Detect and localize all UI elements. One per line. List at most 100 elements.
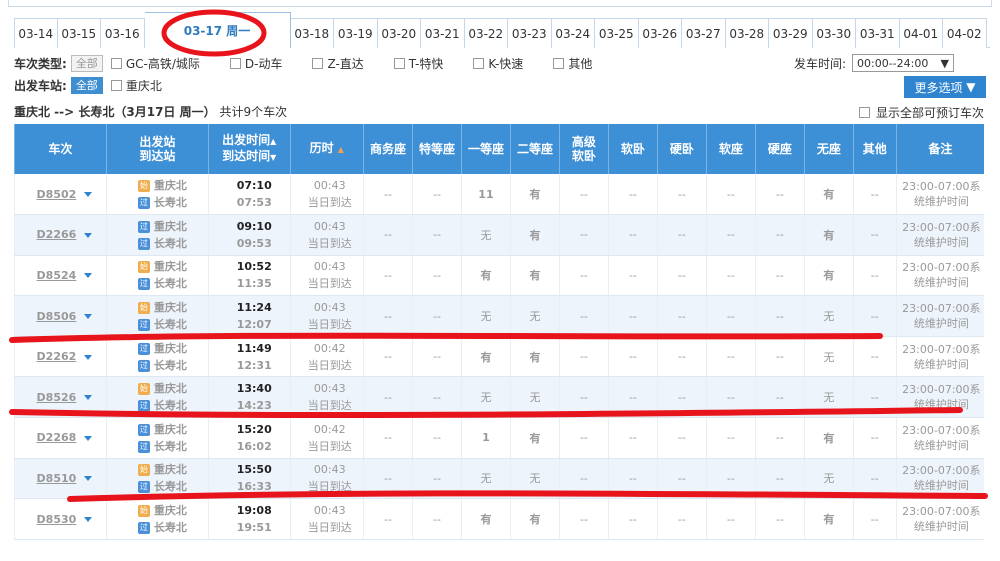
train-type-option[interactable]: T-特快 — [393, 55, 443, 72]
station-row: 出发车站: 全部 重庆北 — [14, 76, 192, 94]
station-type-badge: 过 — [137, 220, 150, 233]
expand-arrow-icon[interactable] — [84, 273, 93, 279]
date-tab[interactable]: 03-23 — [508, 18, 552, 48]
seat-other: -- — [852, 417, 897, 459]
expand-arrow-icon[interactable] — [84, 192, 93, 198]
checkbox[interactable] — [473, 57, 485, 69]
train-number-link[interactable]: D2268 — [37, 431, 77, 444]
date-tab[interactable]: 03-17 周一 — [144, 12, 291, 48]
train-number-link[interactable]: D2266 — [37, 228, 77, 241]
date-tab[interactable]: 03-21 — [421, 18, 465, 48]
train-number-cell[interactable]: D8526 — [14, 376, 107, 419]
train-number-link[interactable]: D2262 — [37, 350, 77, 363]
show-all-bookable[interactable]: 显示全部可预订车次 — [858, 104, 984, 121]
station-all-button[interactable]: 全部 — [70, 76, 103, 94]
date-tab[interactable]: 03-19 — [334, 18, 378, 48]
seat-soft-sleeper: -- — [607, 214, 658, 256]
seat-hard-sleeper: -- — [656, 336, 707, 378]
date-tab[interactable]: 03-15 — [57, 18, 101, 48]
expand-arrow-icon[interactable] — [84, 354, 93, 360]
train-number-cell[interactable]: D8524 — [14, 255, 107, 297]
checkbox[interactable] — [393, 57, 405, 69]
sort-down-icon[interactable]: ▼ — [270, 151, 276, 165]
remark-line: 统维护时间 — [913, 398, 969, 412]
train-number-link[interactable]: D8526 — [37, 391, 77, 404]
train-type-option[interactable]: D-动车 — [229, 55, 282, 72]
date-tab[interactable]: 03-25 — [595, 18, 639, 48]
sort-asc-icon: ▲ — [337, 145, 344, 154]
date-tab[interactable]: 03-27 — [682, 18, 726, 48]
checkbox[interactable] — [110, 79, 122, 91]
col-time[interactable]: 出发时间▲ 到达时间▼ — [207, 124, 291, 174]
train-number-cell[interactable]: D8506 — [14, 295, 107, 337]
seat-soft-sleeper: -- — [607, 498, 658, 540]
checkbox[interactable] — [553, 57, 565, 69]
date-tab[interactable]: 03-30 — [812, 18, 856, 48]
date-tab[interactable]: 03-26 — [638, 18, 682, 48]
station-option-chongqingbei[interactable]: 重庆北 — [110, 77, 162, 94]
arrival-day: 当日到达 — [307, 277, 352, 291]
sort-up-icon[interactable]: ▲ — [270, 135, 276, 149]
date-tab[interactable]: 04-02 — [943, 18, 987, 48]
train-type-all-button[interactable]: 全部 — [70, 54, 103, 72]
train-type-option[interactable]: 其他 — [553, 55, 592, 72]
seat-hard-seat: -- — [754, 255, 805, 297]
remark-line: 23:00-07:00系 — [902, 180, 981, 194]
arrival-day: 当日到达 — [307, 399, 352, 413]
col-duration[interactable]: 历时 ▲ — [289, 124, 364, 174]
date-tab[interactable]: 03-20 — [377, 18, 421, 48]
more-options-button[interactable]: 更多选项 ▼ — [904, 76, 986, 98]
seat-soft-sleeper: -- — [607, 458, 658, 500]
time-cell: 11:49 12:31 — [207, 336, 291, 378]
train-number-cell[interactable]: D2262 — [14, 336, 107, 378]
date-tab[interactable]: 03-18 — [290, 18, 334, 48]
date-tab[interactable]: 04-01 — [899, 18, 943, 48]
train-type-option[interactable]: K-快速 — [473, 55, 523, 72]
seat-second: 有 — [509, 417, 560, 459]
seat-other: -- — [852, 214, 897, 256]
train-type-option[interactable]: GC-高铁/城际 — [110, 55, 200, 72]
train-number-link[interactable]: D8510 — [37, 472, 77, 485]
date-tab[interactable]: 03-22 — [464, 18, 508, 48]
remark-cell: 23:00-07:00系 统维护时间 — [895, 458, 984, 500]
departure-time-select[interactable]: 00:00--24:00 ▼ — [852, 54, 954, 72]
expand-arrow-icon[interactable] — [84, 314, 93, 320]
train-number-link[interactable]: D8502 — [37, 188, 77, 201]
train-type-option[interactable]: Z-直达 — [312, 55, 364, 72]
train-number-cell[interactable]: D2268 — [14, 417, 107, 459]
checkbox[interactable] — [110, 57, 122, 69]
station-type-badge: 过 — [137, 400, 150, 413]
train-number-cell[interactable]: D8510 — [14, 458, 107, 500]
date-tab[interactable]: 03-31 — [856, 18, 900, 48]
date-tab[interactable]: 03-14 — [14, 18, 58, 48]
from-station: 重庆北 — [153, 422, 187, 436]
train-number-cell[interactable]: D8530 — [14, 498, 107, 540]
station-type-badge: 始 — [137, 383, 150, 396]
table-row: D8530 始重庆北过长寿北 19:08 19:51 00:43 当日到达 -- -- 有有 --… — [14, 498, 984, 540]
expand-arrow-icon[interactable] — [84, 517, 93, 523]
remark-line: 23:00-07:00系 — [902, 220, 981, 234]
checkbox[interactable] — [229, 57, 241, 69]
expand-arrow-icon[interactable] — [84, 476, 93, 482]
checkbox[interactable] — [858, 107, 870, 118]
seat-high-soft-sleeper: -- — [558, 498, 609, 540]
train-number-link[interactable]: D8530 — [37, 513, 77, 526]
expand-arrow-icon[interactable] — [84, 395, 93, 401]
train-number-link[interactable]: D8524 — [37, 269, 77, 282]
expand-arrow-icon[interactable] — [84, 232, 93, 238]
seat-hard-seat: -- — [754, 498, 805, 540]
expand-arrow-icon[interactable] — [84, 435, 93, 441]
station-cell: 过重庆北过长寿北 — [105, 417, 209, 459]
train-number-cell[interactable]: D8502 — [14, 174, 107, 216]
seat-second: 有 — [509, 174, 560, 216]
train-number-link[interactable]: D8506 — [37, 310, 77, 323]
checkbox[interactable] — [312, 57, 324, 69]
date-tab[interactable]: 03-29 — [769, 18, 813, 48]
duration-cell: 00:43 当日到达 — [289, 498, 364, 540]
train-number-cell[interactable]: D2266 — [14, 214, 107, 256]
date-tab[interactable]: 03-28 — [725, 18, 769, 48]
col-second: 二等座 — [509, 124, 560, 174]
duration-cell: 00:42 当日到达 — [289, 336, 364, 378]
date-tab[interactable]: 03-24 — [551, 18, 595, 48]
date-tab[interactable]: 03-16 — [101, 18, 145, 48]
